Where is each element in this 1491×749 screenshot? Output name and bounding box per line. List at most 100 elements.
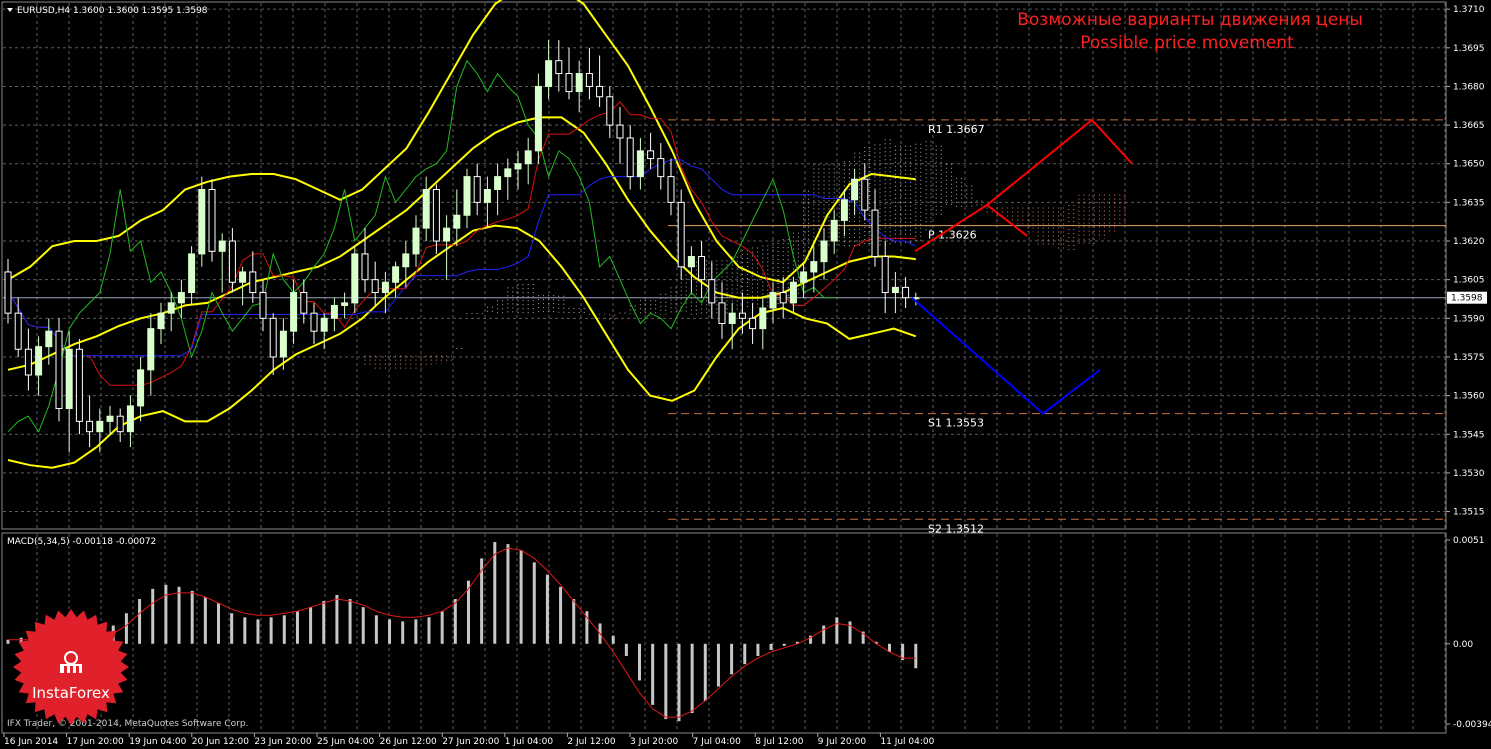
candle-body [534,85,542,152]
candle-body [96,420,104,433]
pivot-level-label: R1 1.3667 [928,123,985,136]
price-tick-label: 1.3620 [1453,237,1485,247]
candle-body [636,150,644,178]
candle-body [820,240,828,263]
candle-body [667,176,675,203]
candle-body [116,415,124,433]
candle-body [902,286,910,299]
time-tick-label: 20 Jun 12:00 [192,737,249,747]
candle-body [871,209,879,257]
candle-body [198,188,206,255]
copyright-text: IFX Trader, © 2001-2014, MetaQuotes Soft… [7,719,248,729]
time-tick-label: 2 Jul 12:00 [567,737,616,747]
price-tick-label: 1.3710 [1453,5,1485,15]
candle-body [891,286,899,294]
candle-body [555,60,563,75]
candle-body [647,150,655,160]
candle-body [65,348,73,409]
candle-body [320,317,328,332]
candle-body [565,73,573,93]
candle-body [239,271,247,283]
candle-body [422,188,430,229]
candle-body [708,279,716,304]
candle-body [524,150,532,165]
candle-body [789,281,797,304]
candle-body [147,328,155,371]
candle-body [718,302,726,324]
candle-body [14,312,22,350]
pivot-level-label: S1 1.3553 [928,417,984,430]
candle-body [514,163,522,170]
candle-body [228,240,236,283]
time-tick-label: 16 Jun 2014 [4,737,58,747]
candle-body [402,253,410,268]
candle-body [494,176,502,190]
candle-body [810,261,818,273]
price-tick-label: 1.3560 [1453,392,1485,402]
candle-body [861,178,869,211]
price-tick-label: 1.3515 [1453,508,1485,518]
candle-body [249,271,257,294]
time-tick-label: 1 Jul 04:00 [505,737,554,747]
pivot-level-label: S2 1.3512 [928,522,984,535]
candle-body [432,188,440,242]
candle-body [698,255,706,281]
candle-body [351,253,359,304]
candle-body [55,330,63,409]
candle-body [606,96,614,126]
title-russian: Возможные варианты движения цены [1017,10,1363,30]
candle-body [86,420,94,433]
candle-body [728,312,736,324]
candle-body [626,137,634,178]
candle-body [412,227,420,255]
logo-text: InstaForex [32,684,110,702]
time-tick-label: 23 Jun 20:00 [254,737,311,747]
time-tick-label: 9 Jul 20:00 [818,737,867,747]
candle-body [208,188,216,252]
candle-body [177,292,185,304]
time-tick-label: 11 Jul 04:00 [880,737,934,747]
candle-body [300,292,308,314]
candle-body [677,201,685,268]
time-tick-label: 3 Jul 20:00 [630,737,679,747]
time-tick-label: 17 Jun 20:00 [67,737,124,747]
candle-body [504,168,512,178]
candle-body [45,330,53,348]
title-english: Possible price movement [1080,33,1294,53]
candle-body [75,348,83,422]
candle-body [392,266,400,283]
price-tick-label: 1.3605 [1453,276,1485,286]
candle-body [106,415,114,422]
candle-body [800,271,808,283]
price-tick-label: 1.3635 [1453,198,1485,208]
price-tick-label: 1.3590 [1453,314,1485,324]
trading-chart-window: R1 1.3667 P 1.3626 S1 1.3553 S2 1.3512 0.00… [0,0,1491,749]
candle-body [443,227,451,242]
candle-body [330,304,338,319]
time-tick-label: 27 Jun 20:00 [442,737,499,747]
candle-body [279,330,287,358]
price-tick-label: 1.3530 [1453,469,1485,479]
candle-body [157,312,165,330]
symbol-info: EURUSD,H4 1.3600 1.3600 1.3595 1.3598 [17,6,208,16]
candle-body [769,292,777,309]
candle-body [830,219,838,242]
candle-body [361,253,369,281]
candle-body [545,60,553,87]
candle-body [616,124,624,139]
macd-tick-label: 0.00 [1453,640,1473,650]
candle-body [759,307,767,330]
chart-canvas: R1 1.3667 P 1.3626 S1 1.3553 S2 1.3512 0.00… [0,0,1491,749]
candle-body [381,281,389,294]
candle-body [575,73,583,93]
candle-body [137,369,145,407]
candle-body [371,279,379,294]
price-tick-label: 1.3665 [1453,121,1485,131]
price-tick-label: 1.3575 [1453,353,1485,363]
candle-body [851,178,859,201]
candle-body [840,199,848,221]
candle-body [596,85,604,98]
time-tick-label: 7 Jul 04:00 [693,737,742,747]
candle-body [749,317,757,330]
price-tick-label: 1.3650 [1453,160,1485,170]
